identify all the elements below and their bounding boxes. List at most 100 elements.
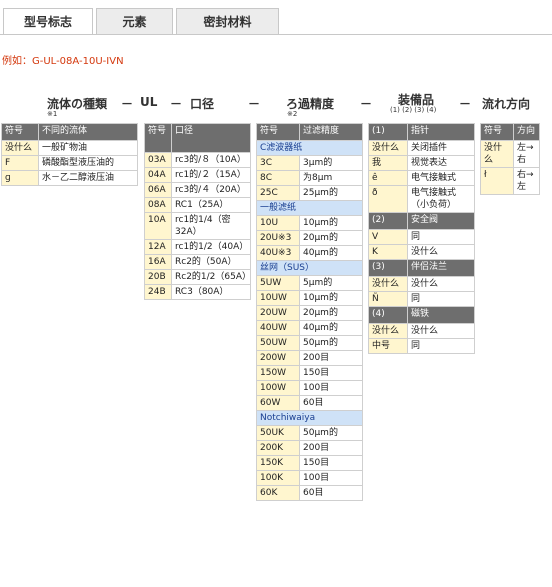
table-row: 150K 150目 [256, 455, 363, 471]
value-cell: 200目 [299, 350, 363, 366]
code-cell: ê [368, 170, 408, 186]
code-cell: 04A [144, 167, 172, 183]
code-cell: 40U※3 [256, 245, 300, 261]
value-cell: 没什么 [407, 244, 475, 260]
value-cell: rc1的1/4（密32A） [171, 212, 251, 240]
value-cell: 同 [407, 338, 475, 354]
code-cell: K [368, 244, 408, 260]
table-row: 50UK 50μm的 [256, 425, 363, 441]
code-cell: 200K [256, 440, 300, 456]
value-cell: 电气接触式 [407, 170, 475, 186]
value-cell: 关闭插件 [407, 140, 475, 156]
flow-table: 符号 方向 没什么 左→右 ł 右→左 [480, 123, 540, 195]
tab-seal-material[interactable]: 密封材料 [176, 8, 279, 35]
value-cell: 10μm的 [299, 290, 363, 306]
code-cell: ɡ [1, 170, 39, 186]
equipment-num: (4) [368, 306, 408, 324]
code-cell: 150K [256, 455, 300, 471]
code-cell: 25C [256, 185, 300, 201]
table-row: 03A rc3的/８（10A） [144, 152, 251, 168]
value-cell: 60目 [299, 485, 363, 501]
code-cell: 100K [256, 470, 300, 486]
code-cell: 10A [144, 212, 172, 240]
code-cell: 16A [144, 254, 172, 270]
header-flow: 流れ方向 [482, 97, 531, 111]
table-row: 20U※3 20μm的 [256, 230, 363, 246]
table-row: 20UW 20μm的 [256, 305, 363, 321]
value-cell: 10μm的 [299, 215, 363, 231]
code-cell: 12A [144, 239, 172, 255]
header-separator: － [121, 97, 134, 111]
code-cell: 没什么 [368, 323, 408, 339]
table-row: ɡ 水－乙二醇液压油 [1, 170, 138, 186]
code-cell: 08A [144, 197, 172, 213]
value-cell: 视觉表达 [407, 155, 475, 171]
code-cell: 没什么 [1, 140, 39, 156]
code-cell: Ñ [368, 291, 408, 307]
section-header: Notchiwaiya [256, 410, 363, 426]
code-cell: 40UW [256, 320, 300, 336]
value-cell: 3μm的 [299, 155, 363, 171]
value-cell: 同 [407, 229, 475, 245]
table-row: 5UW 5μm的 [256, 275, 363, 291]
table-row: Ñ同 [368, 291, 475, 307]
code-cell: 20UW [256, 305, 300, 321]
value-cell: 右→左 [513, 167, 540, 195]
value-cell: 25μm的 [299, 185, 363, 201]
value-cell: 左→右 [513, 140, 540, 168]
value-cell: rc1的/２（15A） [171, 167, 251, 183]
table-row: 8C 为8μm [256, 170, 363, 186]
col-fluid: 不同的流体 [38, 123, 138, 141]
value-cell: 没什么 [407, 323, 475, 339]
value-cell: 100目 [299, 380, 363, 396]
value-cell: Rc2的（50A） [171, 254, 251, 270]
table-row: 10U 10μm的 [256, 215, 363, 231]
value-cell: 5μm的 [299, 275, 363, 291]
header-separator: － [360, 97, 373, 111]
value-cell: 60目 [299, 395, 363, 411]
value-cell: 150目 [299, 455, 363, 471]
table-row: 没什么 没什么 [368, 323, 475, 339]
equipment-table: (1) 指针 没什么 关闭插件 我视觉表达 ê 电气接触式 ð 电气接触式（小负荷） (… [368, 123, 475, 354]
table-row: 150W 150目 [256, 365, 363, 381]
value-cell: Rc2的1/2（65A） [171, 269, 251, 285]
equipment-num: (2) [368, 212, 408, 230]
table-row: 60W 60目 [256, 395, 363, 411]
table-row: V同 [368, 229, 475, 245]
value-cell: 20μm的 [299, 230, 363, 246]
tab-divider [0, 34, 552, 35]
value-cell: RC3（80A） [171, 284, 251, 300]
tab-bar: 型号标志 元素 密封材料 [3, 8, 282, 35]
code-cell: 没什么 [368, 140, 408, 156]
equipment-title: 伴侣法兰 [407, 259, 475, 277]
col-code: 符号 [144, 123, 172, 153]
table-row: 50UW 50μm的 [256, 335, 363, 351]
tab-elements[interactable]: 元素 [96, 8, 173, 35]
table-row: F 磷酸酯型液压油的 [1, 155, 138, 171]
value-cell: rc1的1/2（40A） [171, 239, 251, 255]
table-row: 20B Rc2的1/2（65A） [144, 269, 251, 285]
section-header: C滤波器纸 [256, 140, 363, 156]
table-row: K 没什么 [368, 244, 475, 260]
table-row: 16A Rc2的（50A） [144, 254, 251, 270]
table-row: 100W 100目 [256, 380, 363, 396]
col-code: 符号 [256, 123, 300, 141]
equipment-subnote: (1) (2) (3) (4) [390, 106, 437, 114]
section-header: 丝网（SUS） [256, 260, 363, 276]
table-row: 25C 25μm的 [256, 185, 363, 201]
section-header: 一般滤纸 [256, 200, 363, 216]
value-cell: 50μm的 [299, 335, 363, 351]
code-cell: 中号 [368, 338, 408, 354]
code-cell: 150W [256, 365, 300, 381]
tab-model-code[interactable]: 型号标志 [3, 8, 93, 35]
code-cell: 50UW [256, 335, 300, 351]
col-port: 口径 [171, 123, 251, 153]
equipment-num: (1) [368, 123, 408, 141]
value-cell: 40μm的 [299, 245, 363, 261]
value-cell: 50μm的 [299, 425, 363, 441]
table-row: 100K 100目 [256, 470, 363, 486]
code-cell: 没什么 [480, 140, 514, 168]
code-cell: 10U [256, 215, 300, 231]
equipment-num: (3) [368, 259, 408, 277]
port-table: 符号 口径 03A rc3的/８（10A） 04A rc1的/２（15A） 06A r… [144, 123, 251, 300]
